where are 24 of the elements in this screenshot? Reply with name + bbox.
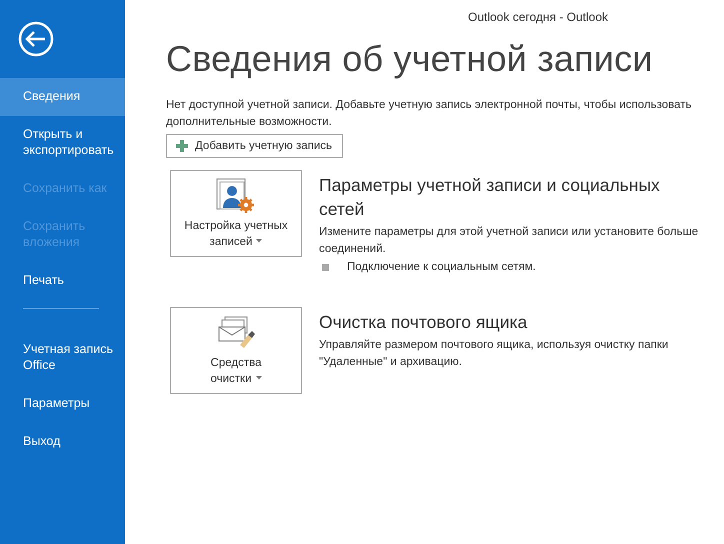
section-description: Управляйте размером почтового ящика, используя очистку папки "Удаленные" и архивацию.: [319, 338, 670, 370]
dropdown-button[interactable]: Средства очистки: [170, 307, 302, 394]
caret-icon: [256, 376, 262, 380]
bullet-icon: [322, 264, 329, 270]
sidebar-item[interactable]: Учетная запись Office: [0, 331, 125, 385]
sidebar-item[interactable]: Параметры: [0, 385, 125, 423]
back-button[interactable]: [18, 21, 54, 57]
section-title: Параметры учетной записи и социальных сетей: [319, 174, 661, 221]
caret-icon: [256, 238, 262, 242]
notice-text: Нет доступной учетной записи. Добавьте учетную запись электронной почты, чтобы использовать дополнительные возможности.: [166, 98, 692, 130]
page-heading: Сведения об учетной записи: [166, 38, 654, 80]
account-settings-icon: [216, 178, 256, 214]
sidebar-item[interactable]: Печать: [0, 262, 125, 300]
section-description: Измените параметры для этой учетной записи или установите больше соединений.: [319, 225, 700, 257]
section-title: Очистка почтового ящика: [319, 311, 528, 334]
dropdown-button[interactable]: Настройка учетных записей: [170, 170, 302, 257]
social-link[interactable]: Подключение к социальным сетям.: [347, 261, 536, 273]
sidebar-item[interactable]: Выход: [0, 423, 125, 461]
add-account-button[interactable]: Добавить учетную запись: [166, 134, 344, 158]
sidebar-item[interactable]: Сведения: [0, 78, 125, 116]
sidebar-item[interactable]: Открыть и экспортировать: [0, 116, 125, 170]
window-title: Outlook сегодня - Outlook: [467, 9, 610, 26]
mailbox-cleanup-icon: [216, 314, 256, 350]
plus-icon: [176, 140, 188, 152]
